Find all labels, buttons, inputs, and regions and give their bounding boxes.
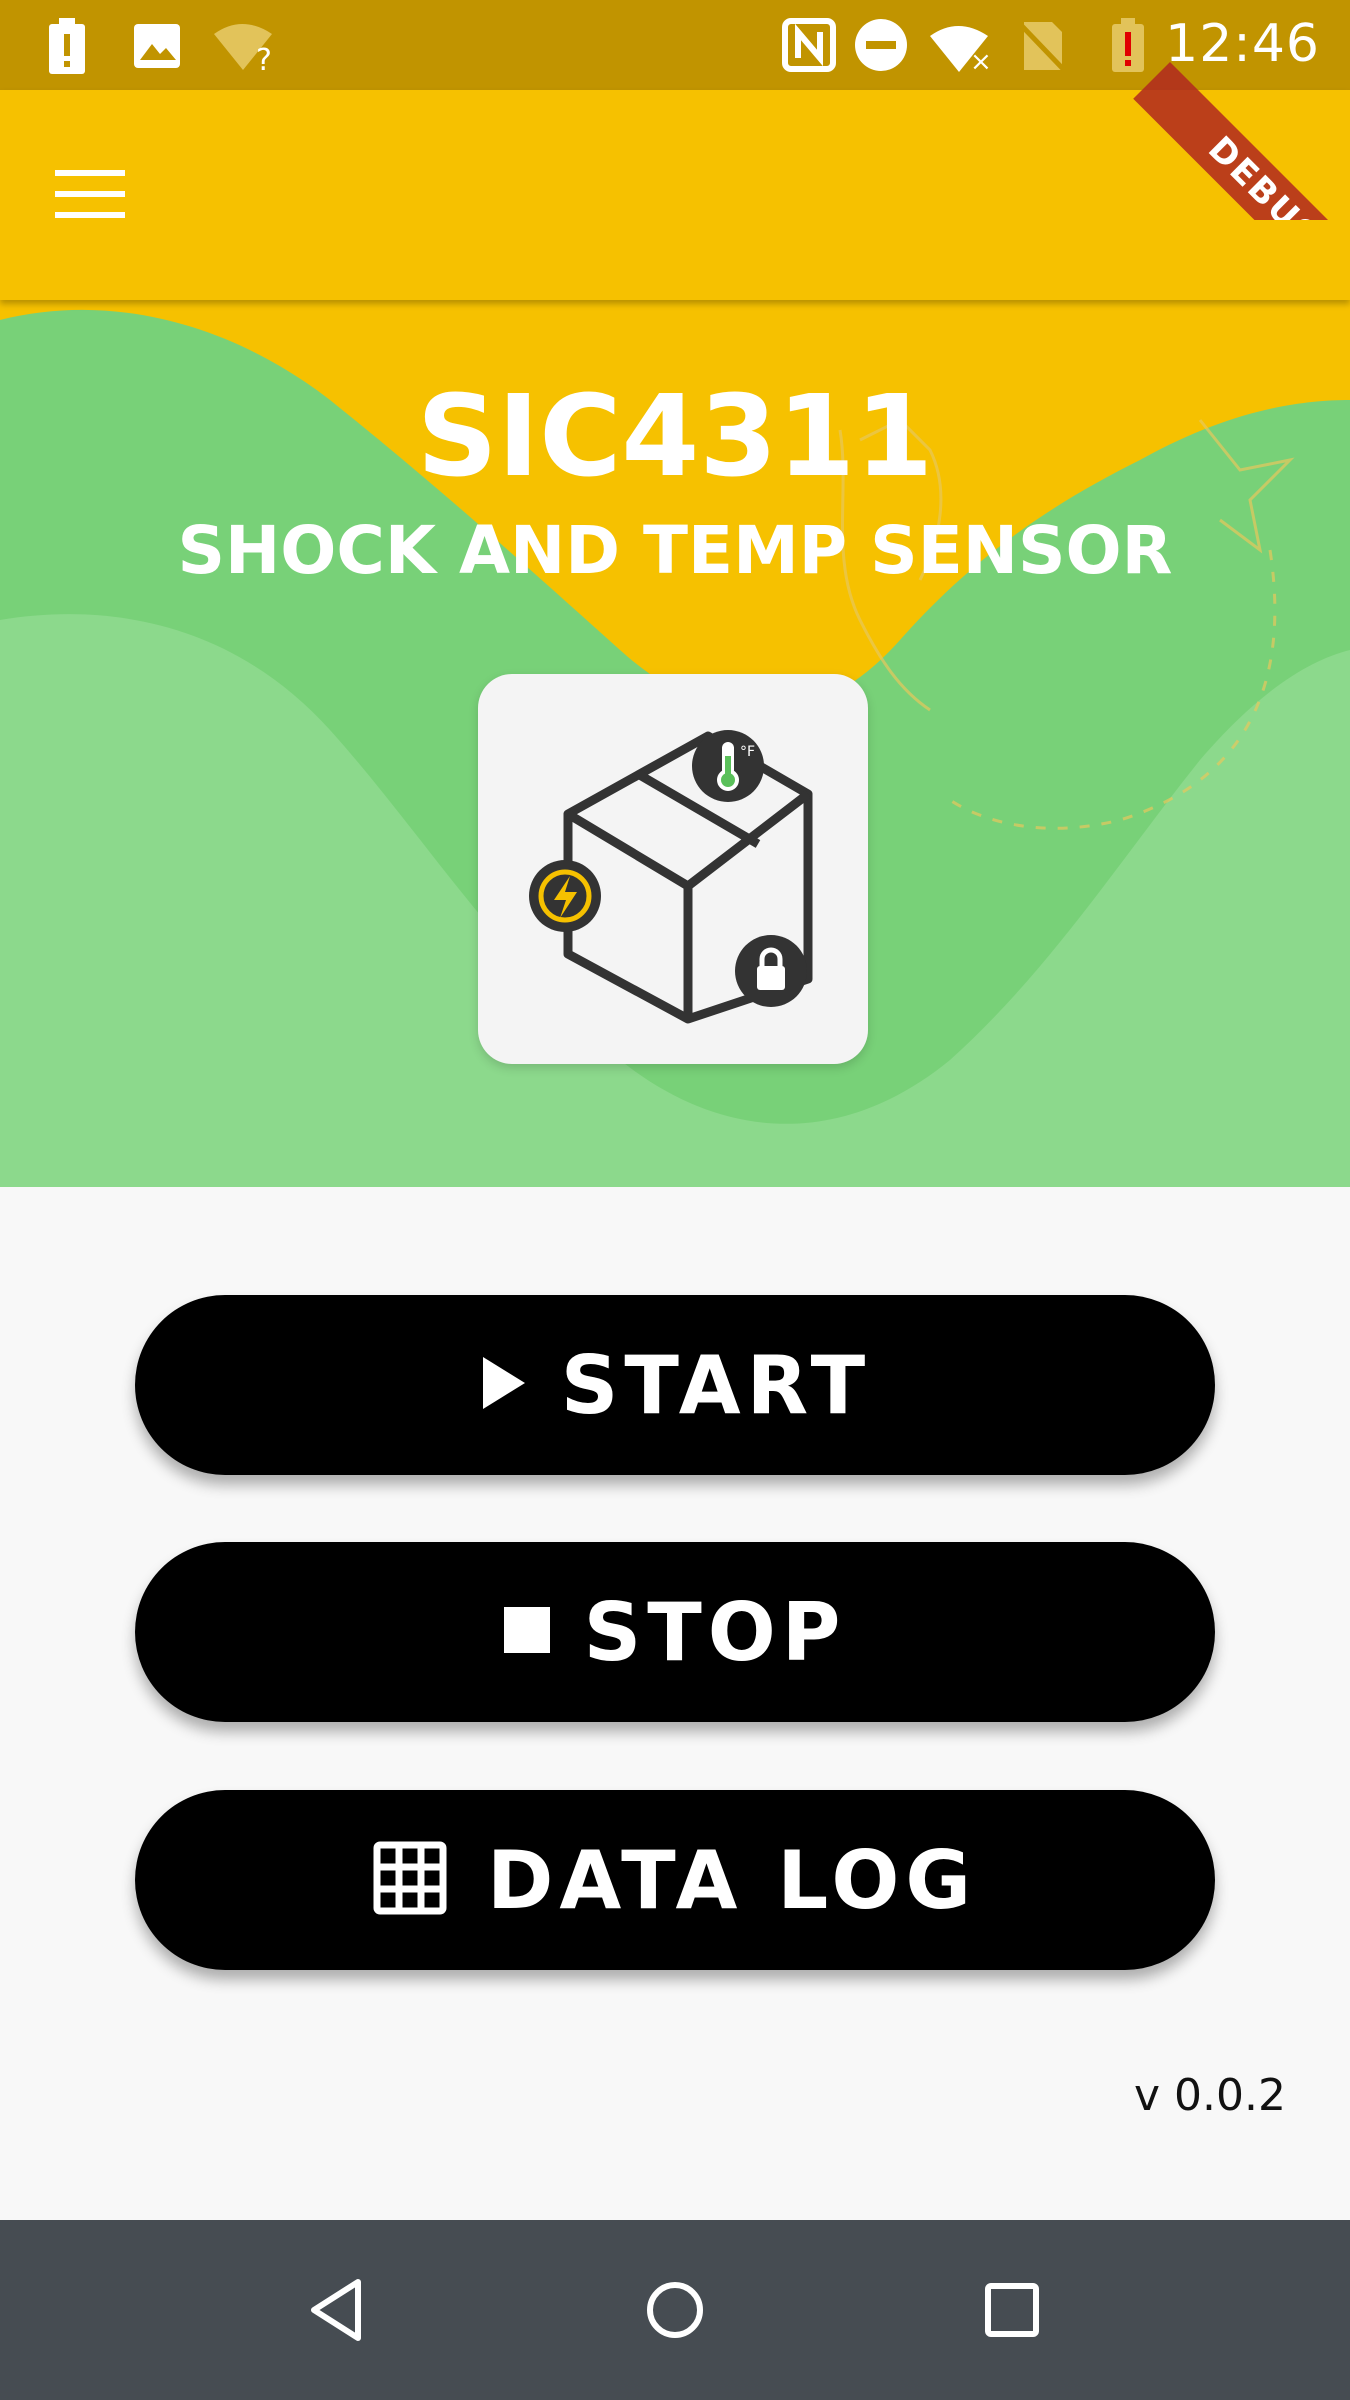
back-icon	[311, 2279, 361, 2341]
system-nav-bar	[0, 2220, 1350, 2400]
svg-text:?: ?	[256, 43, 272, 72]
svg-text:×: ×	[970, 47, 992, 72]
start-button-label: START	[560, 1338, 872, 1432]
data-log-button[interactable]: DATA LOG	[135, 1790, 1215, 1970]
thermometer-icon: °F	[692, 730, 764, 802]
lock-icon	[735, 935, 807, 1007]
app-title: SIC4311	[416, 372, 934, 502]
app-bar	[0, 90, 1350, 300]
hero-banner: SIC4311 SHOCK AND TEMP SENSOR °F	[0, 300, 1350, 1187]
battery-low-alert-icon	[1112, 18, 1144, 72]
data-log-button-label: DATA LOG	[486, 1833, 978, 1927]
stop-button-label: STOP	[583, 1585, 847, 1679]
menu-button[interactable]	[55, 150, 155, 240]
status-time: 12:46	[1165, 14, 1320, 74]
wifi-question-icon: ?	[214, 24, 272, 72]
stop-icon	[503, 1606, 550, 1658]
home-button[interactable]	[635, 2270, 715, 2350]
shock-icon	[529, 860, 601, 932]
recents-icon	[985, 2283, 1039, 2337]
nfc-icon	[782, 18, 836, 72]
grid-icon	[373, 1841, 447, 1920]
do-not-disturb-icon	[855, 19, 907, 71]
svg-text:°F: °F	[740, 744, 755, 760]
status-bar: ? × 12:46	[0, 0, 1350, 90]
play-icon	[479, 1355, 527, 1416]
wifi-x-icon: ×	[930, 26, 992, 72]
battery-alert-icon	[49, 18, 85, 74]
back-button[interactable]	[298, 2270, 378, 2350]
recents-button[interactable]	[972, 2270, 1052, 2350]
app-subtitle: SHOCK AND TEMP SENSOR	[177, 512, 1173, 589]
version-label: v 0.0.2	[1134, 2070, 1286, 2121]
start-button[interactable]: START	[135, 1295, 1215, 1475]
hamburger-menu-icon	[55, 170, 125, 218]
no-sim-icon	[1020, 22, 1066, 74]
stop-button[interactable]: STOP	[135, 1542, 1215, 1722]
image-icon	[134, 24, 180, 68]
product-logo: °F	[478, 674, 868, 1064]
home-icon	[647, 2282, 703, 2338]
